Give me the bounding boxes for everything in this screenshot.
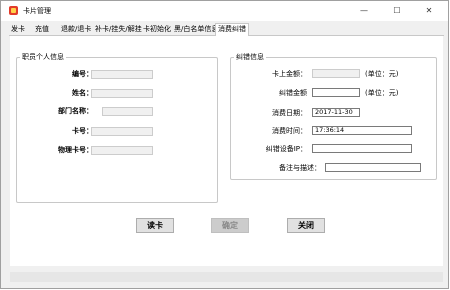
card-number-field [91,127,153,136]
tab-recharge[interactable]: 充值 [33,24,51,35]
maximize-button[interactable]: ☐ [382,1,412,21]
confirm-button[interactable]: 确定 [211,218,249,233]
title-bar: 卡片管理 — ☐ ✕ [1,1,448,21]
remark-input[interactable] [325,163,421,172]
app-icon [9,6,18,15]
tab-consume-correction[interactable]: 消费纠错 [215,23,249,36]
correction-amount-label: 纠错金额 [279,89,307,97]
tab-replace-lost[interactable]: 补卡/挂失/解挂 [93,24,144,35]
card-balance-unit: (单位：元) [365,70,399,78]
physical-card-field [91,146,153,155]
employee-name-label: 姓名： [72,89,93,97]
card-balance-label: 卡上金额： [272,70,307,78]
consume-time-input[interactable]: 17:36:14 [312,126,412,135]
correction-amount-unit: (单位：元) [365,89,399,97]
employee-id-label: 编号： [72,70,93,78]
card-balance-field [312,69,360,78]
remark-label: 备注与描述： [279,164,321,172]
department-label: 部门名称： [58,107,93,115]
device-ip-label: 纠错设备IP： [265,145,307,153]
tab-panel: 职员个人信息 编号： 姓名： 部门名称： 卡号： 物理卡号： 纠错信息 卡上金额… [10,36,443,266]
window-title: 卡片管理 [23,7,51,15]
employee-group-title: 职员个人信息 [20,53,66,62]
employee-name-field [91,89,153,98]
device-ip-input[interactable] [312,144,412,153]
physical-card-label: 物理卡号： [58,146,93,154]
consume-date-label: 消费日期： [272,109,307,117]
minimize-button[interactable]: — [349,1,379,21]
consume-time-label: 消费时间： [272,127,307,135]
tab-issue-card[interactable]: 发卡 [9,24,27,35]
close-button[interactable]: 关闭 [287,218,325,233]
status-bar [10,272,443,282]
employee-id-field [91,70,153,79]
tab-strip: 发卡 充值 退款/退卡 补卡/挂失/解挂 卡初始化 黑/白名单信息 消费纠错 [9,23,444,36]
tab-refund[interactable]: 退款/退卡 [59,24,93,35]
tab-card-init[interactable]: 卡初始化 [141,24,173,35]
correction-amount-input[interactable] [312,88,360,97]
close-window-button[interactable]: ✕ [414,1,444,21]
read-card-button[interactable]: 读卡 [136,218,174,233]
consume-date-input[interactable]: 2017-11-30 [312,108,360,117]
tab-blacklist[interactable]: 黑/白名单信息 [172,24,220,35]
correction-info-group: 纠错信息 卡上金额： (单位：元) 纠错金额 (单位：元) 消费日期： 2017… [230,53,437,180]
correction-group-title: 纠错信息 [234,53,266,62]
employee-info-group: 职员个人信息 编号： 姓名： 部门名称： 卡号： 物理卡号： [16,53,218,203]
department-field [102,107,153,116]
card-number-label: 卡号： [72,127,93,135]
card-management-window: 卡片管理 — ☐ ✕ 发卡 充值 退款/退卡 补卡/挂失/解挂 卡初始化 黑/白… [0,0,449,289]
